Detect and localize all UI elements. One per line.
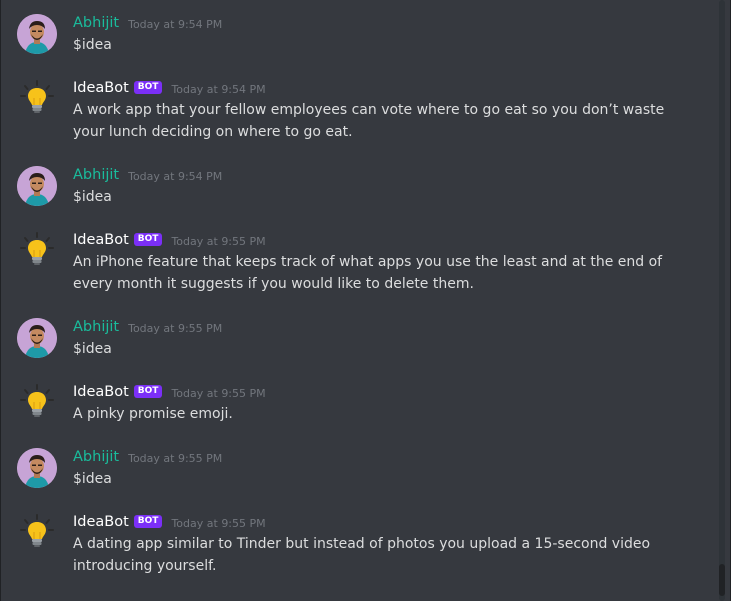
bot-tag: BOT (133, 514, 163, 528)
timestamp: Today at 9:55 PM (171, 386, 266, 400)
message-header: Abhijit Today at 9:54 PM (73, 164, 222, 186)
timestamp: Today at 9:54 PM (128, 17, 223, 31)
user-avatar-icon[interactable] (17, 318, 57, 358)
username[interactable]: IdeaBot (73, 384, 129, 400)
message-content: A pinky promise emoji. (73, 406, 233, 422)
message-content: A work app that your fellow employees ca… (73, 102, 665, 140)
bot-tag: BOT (133, 80, 163, 94)
username[interactable]: Abhijit (73, 449, 119, 465)
username[interactable]: Abhijit (73, 15, 119, 31)
lightbulb-icon[interactable] (17, 231, 57, 271)
username[interactable]: IdeaBot (73, 80, 129, 96)
user-avatar-icon[interactable] (17, 448, 57, 488)
username[interactable]: IdeaBot (73, 514, 129, 530)
bot-tag: BOT (133, 384, 163, 398)
bot-tag: BOT (133, 232, 163, 246)
timestamp: Today at 9:55 PM (171, 516, 266, 530)
message-header: Abhijit Today at 9:55 PM (73, 446, 222, 468)
message-header: IdeaBot BOT Today at 9:55 PM (73, 381, 266, 403)
timestamp: Today at 9:54 PM (171, 82, 266, 96)
scrollbar-thumb[interactable] (719, 564, 725, 596)
message-content: $idea (73, 341, 112, 357)
message-content: A dating app similar to Tinder but inste… (73, 536, 651, 574)
username[interactable]: IdeaBot (73, 232, 129, 248)
timestamp: Today at 9:54 PM (128, 169, 223, 183)
username[interactable]: Abhijit (73, 319, 119, 335)
message-header: IdeaBot BOT Today at 9:55 PM (73, 511, 266, 533)
message-header: Abhijit Today at 9:55 PM (73, 316, 222, 338)
lightbulb-icon[interactable] (17, 383, 57, 423)
chat-message-list[interactable]: Abhijit Today at 9:54 PM $idea IdeaBot B… (1, 0, 730, 601)
user-avatar-icon[interactable] (17, 166, 57, 206)
lightbulb-icon[interactable] (17, 513, 57, 553)
message-header: Abhijit Today at 9:54 PM (73, 12, 222, 34)
username[interactable]: Abhijit (73, 167, 119, 183)
message-header: IdeaBot BOT Today at 9:54 PM (73, 77, 266, 99)
message-content: An iPhone feature that keeps track of wh… (73, 254, 663, 292)
lightbulb-icon[interactable] (17, 79, 57, 119)
scrollbar-track[interactable] (719, 0, 725, 601)
message-header: IdeaBot BOT Today at 9:55 PM (73, 229, 266, 251)
message-content: $idea (73, 37, 112, 53)
timestamp: Today at 9:55 PM (128, 321, 223, 335)
timestamp: Today at 9:55 PM (171, 234, 266, 248)
message-content: $idea (73, 471, 112, 487)
user-avatar-icon[interactable] (17, 14, 57, 54)
message-content: $idea (73, 189, 112, 205)
timestamp: Today at 9:55 PM (128, 451, 223, 465)
